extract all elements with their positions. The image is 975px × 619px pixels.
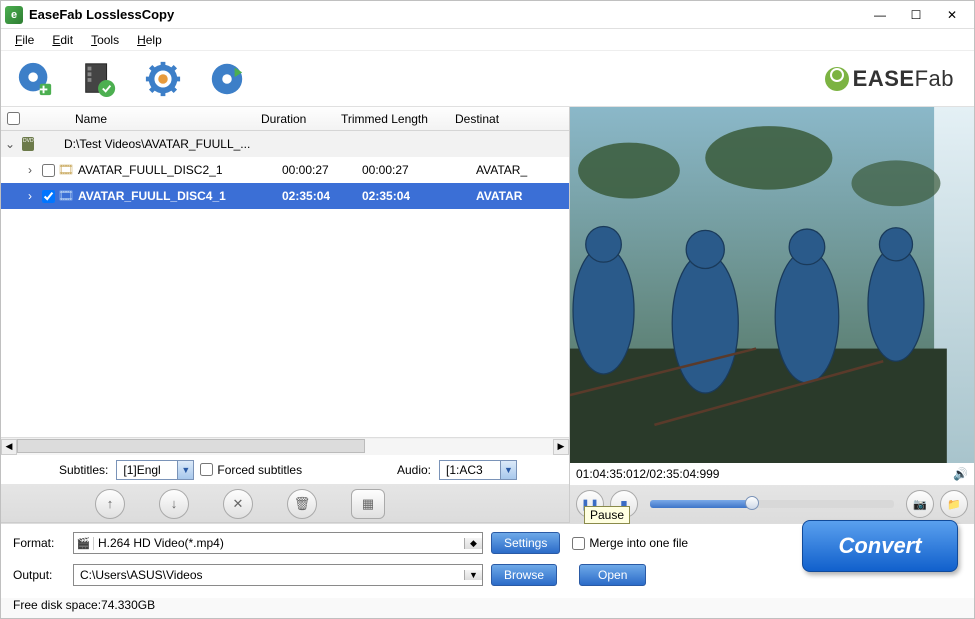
row-name: AVATAR_FUULL_DISC2_1 [75,163,279,177]
table-header: Name Duration Trimmed Length Destinat [1,107,569,131]
maximize-button[interactable]: ☐ [898,3,934,27]
merge-checkbox[interactable]: Merge into one file [572,536,688,550]
dropdown-icon[interactable]: ▼ [500,461,516,479]
subtitles-value: [1]Engl [117,461,177,479]
free-space-label: Free disk space:74.330GB [1,598,974,618]
close-button[interactable]: ✕ [934,3,970,27]
subtitles-select[interactable]: [1]Engl ▼ [116,460,194,480]
mp4-icon: 🎬 [74,537,94,550]
brand-strong: EASE [853,66,915,92]
menu-tools[interactable]: Tools [91,33,119,47]
output-select[interactable]: C:\Users\ASUS\Videos ▼ [73,564,483,586]
row-checkbox[interactable] [42,190,55,203]
row-checkbox[interactable] [42,164,55,177]
load-disc-button[interactable] [13,57,57,101]
row-duration: 00:00:27 [279,163,359,177]
convert-button[interactable]: Convert [802,520,958,572]
scroll-right-button[interactable]: ▶ [553,439,569,455]
col-duration[interactable]: Duration [255,112,335,126]
toolbar: EASEFab [1,51,974,107]
stepper-icon[interactable]: ◆ [464,538,482,549]
move-up-button[interactable]: ↑ [95,489,125,519]
col-name[interactable]: Name [25,112,255,126]
dropdown-icon[interactable]: ▼ [464,570,482,580]
row-dest: AVATAR_ [473,163,569,177]
seek-fill [650,500,752,508]
menu-file[interactable]: File [15,33,34,47]
group-name: D:\Test Videos\AVATAR_FUULL_... [61,137,491,151]
brand-icon [825,67,849,91]
brand-logo: EASEFab [825,66,954,92]
format-label: Format: [13,536,65,550]
settings-button[interactable]: Settings [491,532,560,554]
table-row[interactable]: › 🎞 AVATAR_FUULL_DISC4_1 02:35:04 02:35:… [1,183,569,209]
chevron-right-icon[interactable]: › [21,163,39,177]
format-select[interactable]: 🎬 H.264 HD Video(*.mp4) ◆ [73,532,483,554]
forced-subtitles-label: Forced subtitles [217,463,302,477]
menu-help[interactable]: Help [137,33,162,47]
folder-button[interactable]: 📁 [940,490,968,518]
menubar: File Edit Tools Help [1,29,974,51]
delete-button[interactable]: 🗑 [287,489,317,519]
merge-label: Merge into one file [589,536,688,550]
brand-light: Fab [915,66,954,92]
remove-button[interactable]: ✕ [223,489,253,519]
row-duration: 02:35:04 [279,189,359,203]
dropdown-icon[interactable]: ▼ [177,461,193,479]
titlebar: e EaseFab LosslessCopy — ☐ ✕ [1,1,974,29]
row-trimmed: 00:00:27 [359,163,473,177]
minimize-button[interactable]: — [862,3,898,27]
audio-label: Audio: [397,463,433,477]
format-value: H.264 HD Video(*.mp4) [94,536,464,550]
seek-bar[interactable] [650,500,894,508]
audio-select[interactable]: [1:AC3 ▼ [439,460,517,480]
col-destination[interactable]: Destinat [449,112,569,126]
film-icon: 🎞 [57,162,75,178]
scrollbar-thumb[interactable] [17,439,365,453]
film-icon: 🎞 [57,188,75,204]
seek-thumb[interactable] [745,496,759,510]
menu-edit[interactable]: Edit [52,33,73,47]
output-label: Output: [13,568,65,582]
pause-tooltip: Pause [584,506,630,524]
row-name: AVATAR_FUULL_DISC4_1 [75,189,279,203]
snapshot-button[interactable]: 📷 [906,490,934,518]
load-file-button[interactable] [77,57,121,101]
scroll-left-button[interactable]: ◀ [1,439,17,455]
subtitles-label: Subtitles: [59,463,110,477]
output-value: C:\Users\ASUS\Videos [74,568,464,582]
app-title: EaseFab LosslessCopy [29,7,862,22]
col-trimmed[interactable]: Trimmed Length [335,112,449,126]
settings-gear-button[interactable] [141,57,185,101]
group-row[interactable]: ⌄ D:\Test Videos\AVATAR_FUULL_... [1,131,569,157]
row-trimmed: 02:35:04 [359,189,473,203]
app-icon: e [5,6,23,24]
horizontal-scrollbar[interactable]: ◀ ▶ [1,437,569,455]
open-button[interactable]: Open [579,564,646,586]
move-down-button[interactable]: ↓ [159,489,189,519]
video-preview [570,107,974,463]
edit-button[interactable]: ▦ [351,489,385,519]
audio-value: [1:AC3 [440,461,500,479]
playback-time: 01:04:35:012/02:35:04:999 [576,467,719,481]
forced-subtitles-checkbox[interactable]: Forced subtitles [200,463,302,477]
volume-icon[interactable]: 🔊 [953,467,968,481]
browse-button[interactable]: Browse [491,564,557,586]
row-dest: AVATAR [473,189,569,203]
header-checkbox[interactable] [7,112,20,125]
dvd-icon [22,137,34,151]
refresh-disc-button[interactable] [205,57,249,101]
table-row[interactable]: › 🎞 AVATAR_FUULL_DISC2_1 00:00:27 00:00:… [1,157,569,183]
chevron-right-icon[interactable]: › [21,189,39,203]
chevron-down-icon[interactable]: ⌄ [1,137,19,151]
